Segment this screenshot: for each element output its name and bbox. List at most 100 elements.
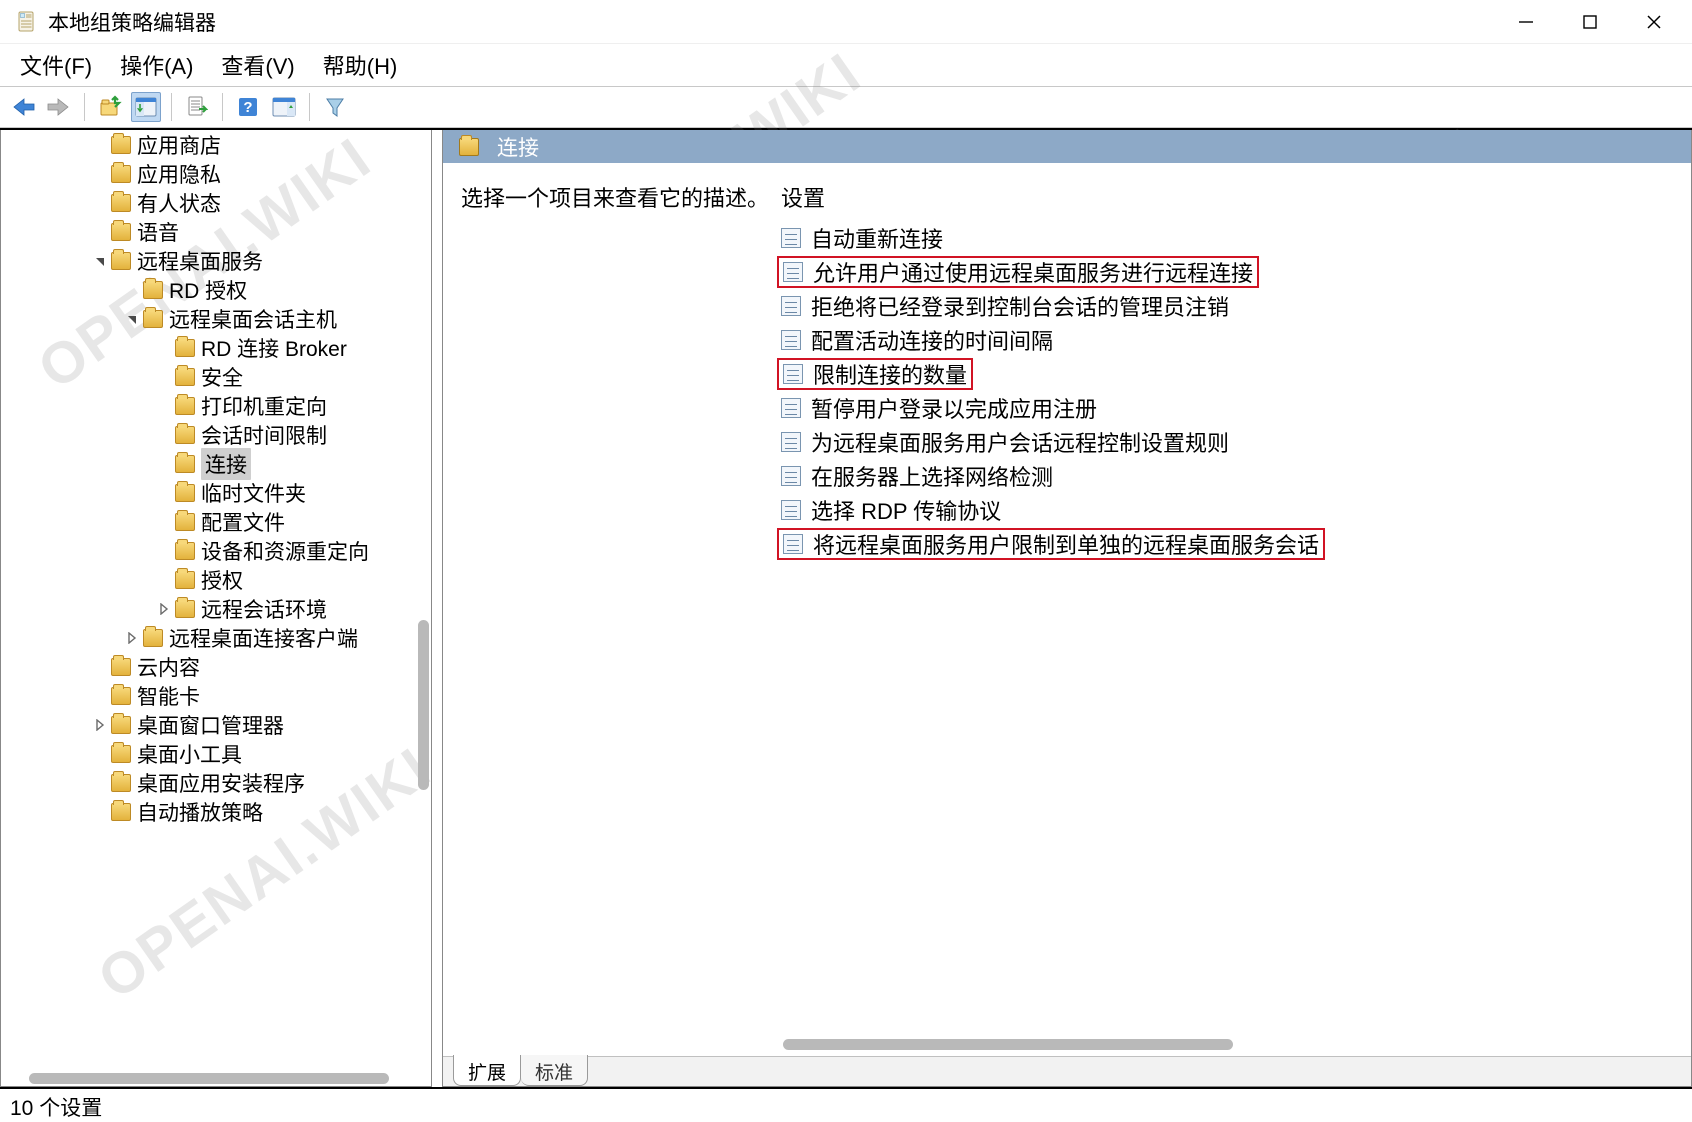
settings-column-header[interactable]: 设置 [781, 181, 1673, 213]
setting-label: 自动重新连接 [811, 222, 943, 254]
setting-item[interactable]: 允许用户通过使用远程桌面服务进行远程连接 [781, 255, 1673, 289]
tree-item-label: 远程桌面服务 [137, 246, 263, 276]
tree-item[interactable]: 语音 [1, 217, 431, 246]
tree-item-label: 自动播放策略 [137, 797, 263, 827]
minimize-button[interactable] [1494, 2, 1558, 42]
forward-button[interactable] [44, 92, 74, 122]
chevron-right-icon[interactable] [155, 603, 173, 615]
tree-item-label: 会话时间限制 [201, 420, 327, 450]
setting-item[interactable]: 限制连接的数量 [781, 357, 1673, 391]
setting-item[interactable]: 将远程桌面服务用户限制到单独的远程桌面服务会话 [781, 527, 1673, 561]
tree-item-label: 桌面应用安装程序 [137, 768, 305, 798]
tree-item[interactable]: 自动播放策略 [1, 797, 431, 826]
tree-item[interactable]: 智能卡 [1, 681, 431, 710]
tree-item[interactable]: 临时文件夹 [1, 478, 431, 507]
folder-icon [175, 426, 195, 444]
tree-item[interactable]: 设备和资源重定向 [1, 536, 431, 565]
setting-item[interactable]: 在服务器上选择网络检测 [781, 459, 1673, 493]
tree-item[interactable]: 授权 [1, 565, 431, 594]
show-hide-tree-button[interactable] [131, 92, 161, 122]
setting-item[interactable]: 为远程桌面服务用户会话远程控制设置规则 [781, 425, 1673, 459]
chevron-down-icon[interactable] [123, 313, 141, 325]
policy-icon [783, 534, 803, 554]
close-button[interactable] [1622, 2, 1686, 42]
tree-item[interactable]: 安全 [1, 362, 431, 391]
setting-item[interactable]: 拒绝将已经登录到控制台会话的管理员注销 [781, 289, 1673, 323]
folder-icon [111, 165, 131, 183]
chevron-right-icon[interactable] [123, 632, 141, 644]
tab-standard[interactable]: 标准 [521, 1055, 588, 1086]
export-list-button[interactable] [182, 92, 212, 122]
setting-label: 配置活动连接的时间间隔 [811, 324, 1053, 356]
tree-item[interactable]: 打印机重定向 [1, 391, 431, 420]
tree-vertical-scrollbar[interactable] [418, 620, 429, 790]
tree-item[interactable]: 远程会话环境 [1, 594, 431, 623]
setting-item[interactable]: 暂停用户登录以完成应用注册 [781, 391, 1673, 425]
show-hide-actions-button[interactable] [269, 92, 299, 122]
menu-help[interactable]: 帮助(H) [323, 49, 398, 81]
policy-icon [783, 364, 803, 384]
tree-item[interactable]: RD 连接 Broker [1, 333, 431, 362]
policy-icon [781, 432, 801, 452]
details-horizontal-scrollbar[interactable] [783, 1039, 1233, 1050]
menu-file[interactable]: 文件(F) [20, 49, 92, 81]
tree-item-label: 临时文件夹 [201, 478, 306, 508]
back-button[interactable] [8, 92, 38, 122]
window-title: 本地组策略编辑器 [48, 7, 216, 37]
setting-label: 限制连接的数量 [813, 358, 967, 390]
folder-icon [143, 281, 163, 299]
tree-item[interactable]: 会话时间限制 [1, 420, 431, 449]
toolbar-separator [84, 93, 85, 121]
maximize-button[interactable] [1558, 2, 1622, 42]
folder-icon [111, 658, 131, 676]
up-button[interactable] [95, 92, 125, 122]
folder-icon [175, 339, 195, 357]
tree-pane[interactable]: 应用商店应用隐私有人状态语音远程桌面服务RD 授权远程桌面会话主机RD 连接 B… [0, 130, 432, 1087]
tree-item-label: RD 授权 [169, 275, 247, 305]
tree-item-label: 授权 [201, 565, 243, 595]
tree-item-label: 应用商店 [137, 130, 221, 160]
menu-action[interactable]: 操作(A) [120, 49, 193, 81]
tree-horizontal-scrollbar[interactable] [29, 1073, 389, 1084]
tree-item-label: RD 连接 Broker [201, 333, 347, 363]
tree-item[interactable]: 云内容 [1, 652, 431, 681]
tree-item[interactable]: 应用隐私 [1, 159, 431, 188]
folder-icon [175, 455, 195, 473]
tree-item[interactable]: 远程桌面会话主机 [1, 304, 431, 333]
help-button[interactable]: ? [233, 92, 263, 122]
details-pane: 连接 选择一个项目来查看它的描述。 设置 自动重新连接允许用户通过使用远程桌面服… [442, 130, 1692, 1087]
setting-item[interactable]: 选择 RDP 传输协议 [781, 493, 1673, 527]
policy-icon [781, 330, 801, 350]
tree-item[interactable]: 桌面窗口管理器 [1, 710, 431, 739]
tree-item[interactable]: 连接 [1, 449, 431, 478]
setting-item[interactable]: 配置活动连接的时间间隔 [781, 323, 1673, 357]
tree-item[interactable]: 远程桌面连接客户端 [1, 623, 431, 652]
tab-extended[interactable]: 扩展 [453, 1055, 521, 1086]
status-text: 10 个设置 [10, 1097, 102, 1120]
tree-item-label: 设备和资源重定向 [201, 536, 369, 566]
policy-icon [781, 466, 801, 486]
setting-label: 在服务器上选择网络检测 [811, 460, 1053, 492]
chevron-down-icon[interactable] [91, 255, 109, 267]
svg-text:?: ? [243, 99, 252, 116]
tree-item[interactable]: 远程桌面服务 [1, 246, 431, 275]
tree-item[interactable]: RD 授权 [1, 275, 431, 304]
setting-item[interactable]: 自动重新连接 [781, 221, 1673, 255]
filter-button[interactable] [320, 92, 350, 122]
policy-icon [781, 228, 801, 248]
tree-item[interactable]: 桌面应用安装程序 [1, 768, 431, 797]
menu-view[interactable]: 查看(V) [221, 49, 294, 81]
menu-bar: 文件(F) 操作(A) 查看(V) 帮助(H) [0, 44, 1692, 86]
splitter[interactable] [432, 130, 442, 1087]
details-tabs: 扩展 标准 [443, 1056, 1691, 1086]
app-icon [16, 10, 38, 34]
tree-item[interactable]: 桌面小工具 [1, 739, 431, 768]
folder-icon [111, 745, 131, 763]
tree-item[interactable]: 有人状态 [1, 188, 431, 217]
folder-icon [111, 136, 131, 154]
folder-icon [111, 194, 131, 212]
tree-item[interactable]: 配置文件 [1, 507, 431, 536]
folder-icon [175, 571, 195, 589]
chevron-right-icon[interactable] [91, 719, 109, 731]
tree-item[interactable]: 应用商店 [1, 130, 431, 159]
